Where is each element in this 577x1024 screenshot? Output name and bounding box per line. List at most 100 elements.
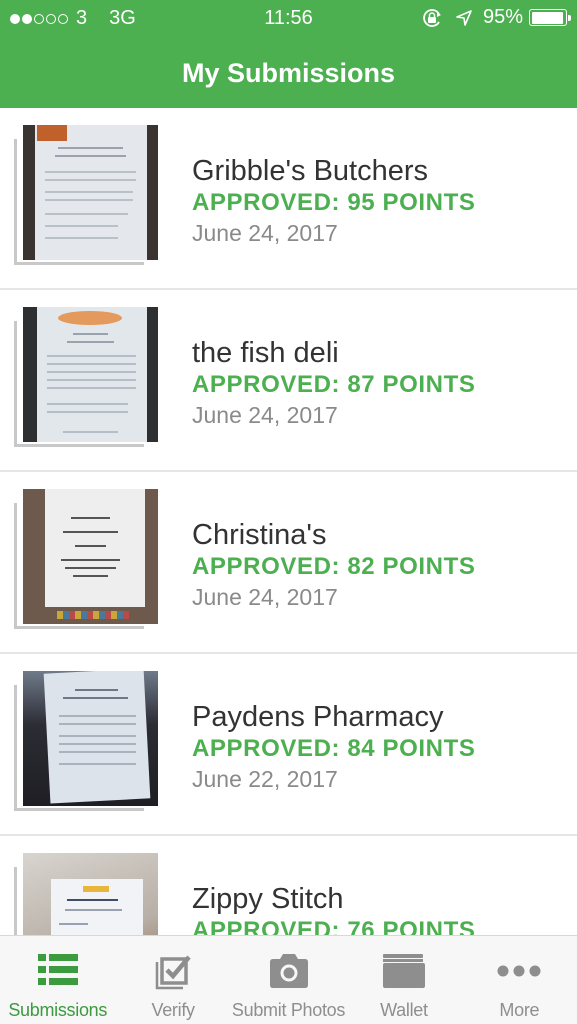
battery-nub <box>568 15 571 21</box>
submission-details: the fish deli APPROVED: 87 POINTS June 2… <box>192 336 475 430</box>
notice-text-line <box>65 909 122 911</box>
thumbnail-frame <box>14 489 160 635</box>
submission-details: Gribble's Butchers APPROVED: 95 POINTS J… <box>192 154 475 248</box>
notice-text-line <box>45 237 118 239</box>
wallet-icon <box>346 954 461 990</box>
list-icon <box>0 954 115 990</box>
fish-drawing <box>58 311 122 325</box>
notice-text-line <box>67 341 114 343</box>
submission-date: June 24, 2017 <box>192 584 338 610</box>
thumbnail-frame <box>14 125 160 271</box>
notice-text-line <box>71 517 110 519</box>
tab-wallet[interactable]: Wallet <box>346 936 461 1024</box>
notice-text-line <box>47 355 136 357</box>
notice-text-line <box>45 191 133 193</box>
battery-icon <box>529 9 571 26</box>
notice-text-line <box>45 225 118 227</box>
submission-item[interactable]: Christina's APPROVED: 82 POINTS June 24,… <box>0 472 577 654</box>
submission-item[interactable]: the fish deli APPROVED: 87 POINTS June 2… <box>0 290 577 472</box>
approval-status: APPROVED: 84 POINTS <box>192 735 476 762</box>
part-time-position-notice-photo <box>23 489 158 624</box>
tab-bar: Submissions Verify Submit Photos Wallet … <box>0 935 577 1024</box>
business-name: Christina's <box>192 519 327 551</box>
business-name: Zippy Stitch <box>192 883 344 915</box>
notice-text-line <box>45 213 128 215</box>
notice-text-line <box>47 411 128 413</box>
notice-text-line <box>47 371 136 373</box>
notice-text-line <box>45 199 133 201</box>
more-dots-icon <box>462 954 577 990</box>
notice-text-line <box>59 735 136 737</box>
thumbnail-frame <box>14 671 160 817</box>
pharmacy-assistant-vacancy-photo <box>23 671 158 806</box>
notice-text-line <box>47 387 136 389</box>
fish-deli-notice-photo <box>23 307 158 442</box>
submission-item[interactable]: Paydens Pharmacy APPROVED: 84 POINTS Jun… <box>0 654 577 836</box>
notice-paper <box>37 307 147 442</box>
notice-text-line <box>59 723 136 725</box>
thumbnail-frame <box>14 307 160 453</box>
notice-text-line <box>75 689 118 691</box>
notice-paper <box>45 489 145 607</box>
orientation-lock-icon <box>421 7 443 29</box>
submission-date: June 22, 2017 <box>192 766 338 792</box>
notice-text-line <box>45 179 136 181</box>
tab-more[interactable]: More <box>462 936 577 1024</box>
tab-label: More <box>499 1000 540 1020</box>
notice-text-line <box>47 363 136 365</box>
tab-submit-photos[interactable]: Submit Photos <box>231 936 346 1024</box>
camera-icon <box>231 954 346 990</box>
submission-details: Zippy Stitch APPROVED: 76 POINTS <box>192 882 475 935</box>
approval-status: APPROVED: 76 POINTS <box>192 917 476 935</box>
status-bar: 3 3G 11:56 95% <box>0 0 577 38</box>
location-arrow-icon <box>455 9 473 27</box>
notice-logo <box>83 886 109 892</box>
notice-text-line <box>59 751 136 753</box>
submission-item[interactable]: Zippy Stitch APPROVED: 76 POINTS <box>0 836 577 935</box>
business-name: Gribble's Butchers <box>192 155 429 187</box>
notice-logo <box>37 125 67 141</box>
submission-details: Paydens Pharmacy APPROVED: 84 POINTS Jun… <box>192 700 475 794</box>
status-indicators: 95% <box>421 6 571 29</box>
notice-text-line <box>67 899 118 901</box>
submission-date: June 24, 2017 <box>192 402 338 428</box>
notice-text-line <box>63 431 118 433</box>
notice-text-line <box>65 567 116 569</box>
notice-text-line <box>47 403 128 405</box>
approval-status: APPROVED: 87 POINTS <box>192 371 476 398</box>
submissions-list[interactable]: Gribble's Butchers APPROVED: 95 POINTS J… <box>0 108 577 935</box>
notice-text-line <box>75 545 106 547</box>
notice-text-line <box>73 575 108 577</box>
vacancies-sign-photo <box>23 853 158 935</box>
submission-details: Christina's APPROVED: 82 POINTS June 24,… <box>192 518 475 612</box>
submission-date: June 24, 2017 <box>192 220 338 246</box>
tab-label: Submissions <box>8 1000 108 1020</box>
notice-text-line <box>59 743 136 745</box>
notice-text-line <box>73 333 108 335</box>
business-name: Paydens Pharmacy <box>192 701 444 733</box>
submission-item[interactable]: Gribble's Butchers APPROVED: 95 POINTS J… <box>0 108 577 290</box>
approval-status: APPROVED: 82 POINTS <box>192 553 476 580</box>
notice-text-line <box>63 697 128 699</box>
approval-status: APPROVED: 95 POINTS <box>192 189 476 216</box>
notice-text-line <box>59 763 136 765</box>
notice-text-line <box>55 155 126 157</box>
notice-text-line <box>63 531 118 533</box>
notice-text-line <box>58 147 123 149</box>
page-title: My Submissions <box>0 38 577 108</box>
bunting-decoration <box>57 611 129 619</box>
notice-text-line <box>59 715 136 717</box>
tab-submissions[interactable]: Submissions <box>0 936 115 1024</box>
notice-text-line <box>45 171 136 173</box>
job-vacancy-notice-photo <box>23 125 158 260</box>
battery-level <box>531 11 563 24</box>
tab-label: Verify <box>151 1000 196 1020</box>
battery-percent: 95% <box>482 6 523 28</box>
thumbnail-frame <box>14 853 160 935</box>
business-name: the fish deli <box>192 337 339 369</box>
checkbox-stack-icon <box>115 954 230 990</box>
tab-label: Submit Photos <box>231 1000 346 1020</box>
notice-text-line <box>59 923 88 925</box>
tab-label: Wallet <box>380 1000 428 1020</box>
tab-verify[interactable]: Verify <box>115 936 230 1024</box>
